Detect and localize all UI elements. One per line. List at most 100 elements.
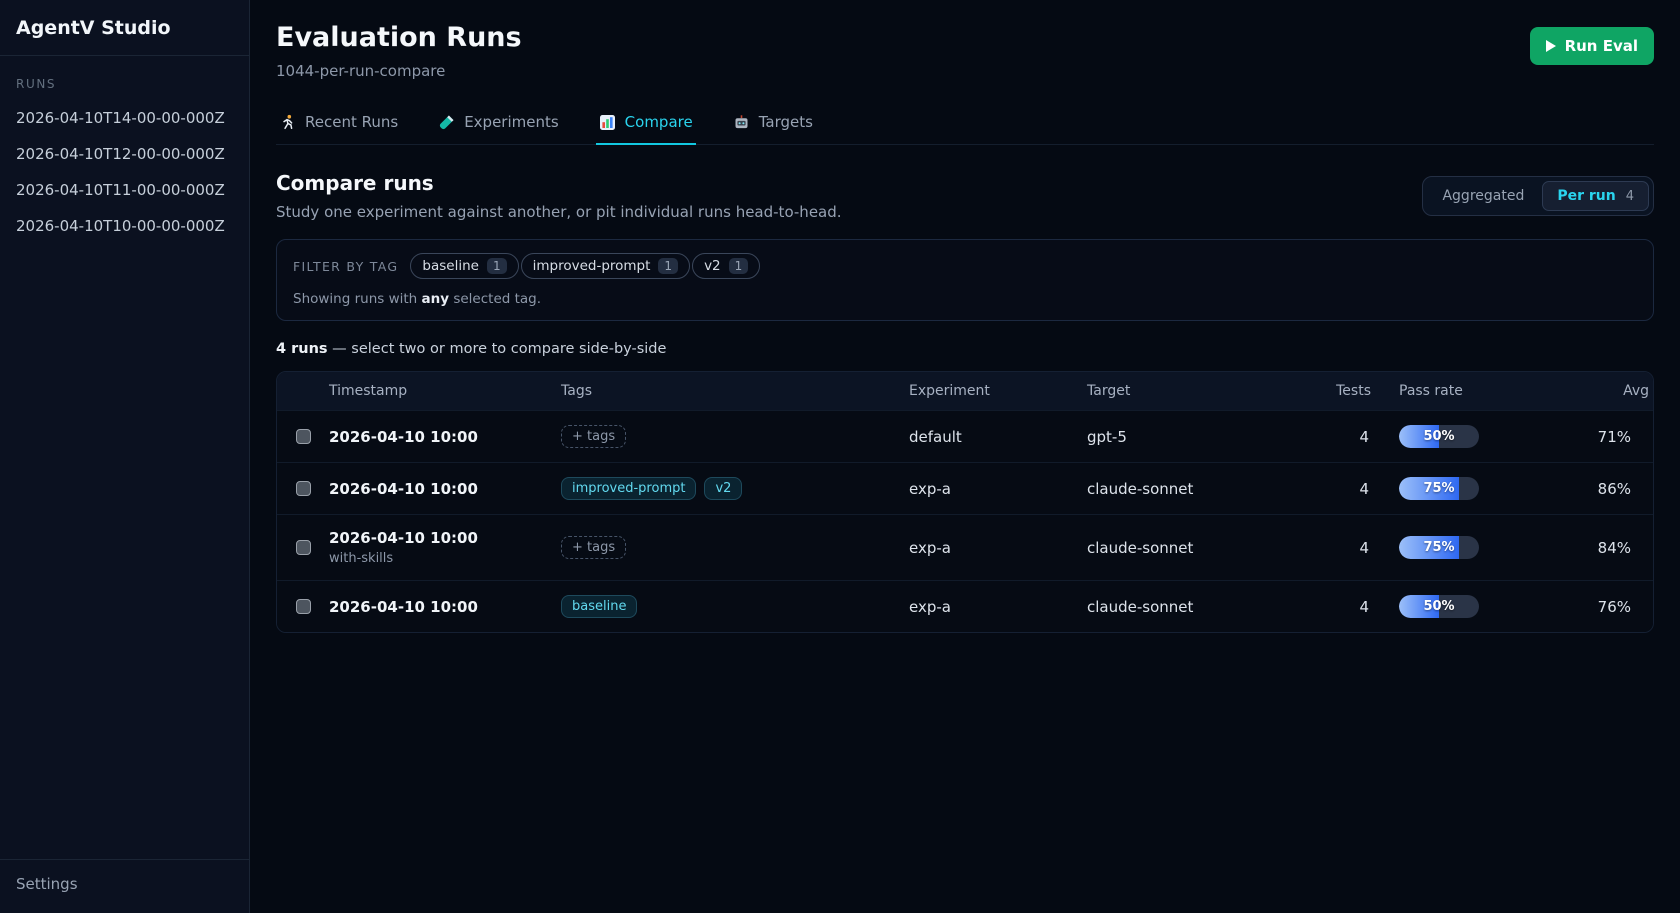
column-header-tags: Tags bbox=[561, 383, 909, 399]
sidebar-run-item[interactable]: 2026-04-10T10-00-00-000Z bbox=[0, 209, 249, 243]
table-row[interactable]: 2026-04-10 10:00baselineexp-aclaude-sonn… bbox=[277, 580, 1653, 632]
page-title-block: Evaluation Runs 1044-per-run-compare bbox=[276, 22, 522, 80]
sidebar: AgentV Studio RUNS 2026-04-10T14-00-00-0… bbox=[0, 0, 250, 913]
tab-label: Targets bbox=[759, 113, 813, 131]
experiment-cell: exp-a bbox=[909, 598, 1087, 616]
filter-note-mode: any bbox=[422, 291, 450, 307]
compare-header: Compare runs Study one experiment agains… bbox=[276, 171, 1654, 221]
column-header-timestamp: Timestamp bbox=[329, 383, 561, 399]
view-toggle-count: 4 bbox=[1626, 189, 1634, 204]
tab-recent-runs[interactable]: Recent Runs bbox=[276, 104, 401, 145]
column-header-tests: Tests bbox=[1315, 383, 1375, 399]
compare-heading-block: Compare runs Study one experiment agains… bbox=[276, 171, 842, 221]
run-list: 2026-04-10T14-00-00-000Z2026-04-10T12-00… bbox=[0, 99, 249, 245]
pass-rate-cell: 50% bbox=[1375, 595, 1543, 618]
robot-icon bbox=[733, 114, 750, 131]
run-count-hint: — select two or more to compare side-by-… bbox=[328, 341, 667, 357]
test-tube-icon bbox=[438, 114, 455, 131]
filter-tag-improved-prompt[interactable]: improved-prompt1 bbox=[521, 253, 690, 279]
sidebar-run-item[interactable]: 2026-04-10T14-00-00-000Z bbox=[0, 101, 249, 135]
tab-bar: Recent Runs Experiments Compare Targets bbox=[276, 104, 1654, 145]
tag-chip-improved-prompt[interactable]: improved-prompt bbox=[561, 477, 696, 500]
runs-table: TimestampTagsExperimentTargetTestsPass r… bbox=[276, 371, 1654, 633]
target-cell: gpt-5 bbox=[1087, 428, 1315, 446]
sidebar-run-item[interactable]: 2026-04-10T12-00-00-000Z bbox=[0, 137, 249, 171]
pass-rate-label: 75% bbox=[1399, 536, 1479, 559]
tab-targets[interactable]: Targets bbox=[730, 104, 816, 145]
tests-cell: 4 bbox=[1315, 480, 1375, 498]
tags-cell: + tags bbox=[561, 536, 909, 559]
runner-icon bbox=[279, 114, 296, 131]
run-timestamp: 2026-04-10 10:00 bbox=[329, 428, 561, 446]
tab-label: Compare bbox=[625, 113, 693, 131]
tags-cell: + tags bbox=[561, 425, 909, 448]
view-toggle-per-run[interactable]: Per run4 bbox=[1542, 181, 1649, 211]
pass-rate-pill: 75% bbox=[1399, 536, 1479, 559]
table-header-row: TimestampTagsExperimentTargetTestsPass r… bbox=[277, 372, 1653, 410]
target-cell: claude-sonnet bbox=[1087, 539, 1315, 557]
filter-note-prefix: Showing runs with bbox=[293, 291, 422, 307]
filter-tag-baseline[interactable]: baseline1 bbox=[410, 253, 518, 279]
checkbox-cell bbox=[277, 429, 329, 444]
tab-compare[interactable]: Compare bbox=[596, 104, 696, 145]
run-timestamp: 2026-04-10 10:00 bbox=[329, 598, 561, 616]
row-checkbox[interactable] bbox=[296, 481, 311, 496]
add-tags-button[interactable]: + tags bbox=[561, 536, 626, 559]
run-count: 4 runs bbox=[276, 341, 328, 357]
run-timestamp: 2026-04-10 10:00 bbox=[329, 529, 561, 547]
filter-tag-count: 1 bbox=[729, 258, 749, 274]
page-subtitle: 1044-per-run-compare bbox=[276, 62, 522, 80]
pass-rate-label: 50% bbox=[1399, 425, 1479, 448]
avg-cell: 84% bbox=[1543, 539, 1653, 557]
run-count-summary: 4 runs — select two or more to compare s… bbox=[276, 341, 1654, 357]
filter-note-suffix: selected tag. bbox=[449, 291, 541, 307]
pass-rate-cell: 75% bbox=[1375, 536, 1543, 559]
tag-chip-baseline[interactable]: baseline bbox=[561, 595, 637, 618]
tab-label: Recent Runs bbox=[305, 113, 398, 131]
target-cell: claude-sonnet bbox=[1087, 480, 1315, 498]
timestamp-cell: 2026-04-10 10:00with-skills bbox=[329, 529, 561, 566]
column-header-pass-rate: Pass rate bbox=[1375, 383, 1543, 399]
experiment-cell: exp-a bbox=[909, 539, 1087, 557]
timestamp-cell: 2026-04-10 10:00 bbox=[329, 480, 561, 498]
filter-note: Showing runs with any selected tag. bbox=[293, 291, 1637, 307]
row-checkbox[interactable] bbox=[296, 599, 311, 614]
run-eval-button[interactable]: Run Eval bbox=[1530, 27, 1654, 65]
table-row[interactable]: 2026-04-10 10:00+ tagsdefaultgpt-5450%71… bbox=[277, 410, 1653, 462]
run-timestamp: 2026-04-10 10:00 bbox=[329, 480, 561, 498]
table-row[interactable]: 2026-04-10 10:00improved-prompt v2 exp-acl… bbox=[277, 462, 1653, 514]
add-tags-button[interactable]: + tags bbox=[561, 425, 626, 448]
pass-rate-pill: 50% bbox=[1399, 425, 1479, 448]
tab-experiments[interactable]: Experiments bbox=[435, 104, 561, 145]
run-eval-label: Run Eval bbox=[1565, 37, 1638, 55]
checkbox-cell bbox=[277, 599, 329, 614]
timestamp-cell: 2026-04-10 10:00 bbox=[329, 428, 561, 446]
table-body: 2026-04-10 10:00+ tagsdefaultgpt-5450%71… bbox=[277, 410, 1653, 632]
compare-heading: Compare runs bbox=[276, 171, 842, 195]
row-checkbox[interactable] bbox=[296, 429, 311, 444]
avg-cell: 86% bbox=[1543, 480, 1653, 498]
checkbox-cell bbox=[277, 540, 329, 555]
view-toggle-aggregated[interactable]: Aggregated bbox=[1427, 181, 1539, 211]
tests-cell: 4 bbox=[1315, 428, 1375, 446]
checkbox-cell bbox=[277, 481, 329, 496]
pass-rate-pill: 50% bbox=[1399, 595, 1479, 618]
avg-cell: 76% bbox=[1543, 598, 1653, 616]
experiment-cell: exp-a bbox=[909, 480, 1087, 498]
sidebar-run-item[interactable]: 2026-04-10T11-00-00-000Z bbox=[0, 173, 249, 207]
runs-section-label: RUNS bbox=[0, 56, 249, 99]
settings-link[interactable]: Settings bbox=[16, 875, 78, 893]
tests-cell: 4 bbox=[1315, 539, 1375, 557]
column-header-avg: Avg bbox=[1543, 383, 1653, 399]
pass-rate-label: 75% bbox=[1399, 477, 1479, 500]
pass-rate-cell: 50% bbox=[1375, 425, 1543, 448]
tags-cell: improved-prompt v2 bbox=[561, 477, 909, 500]
timestamp-cell: 2026-04-10 10:00 bbox=[329, 598, 561, 616]
row-checkbox[interactable] bbox=[296, 540, 311, 555]
tab-label: Experiments bbox=[464, 113, 558, 131]
filter-tag-v2[interactable]: v21 bbox=[692, 253, 760, 279]
table-row[interactable]: 2026-04-10 10:00with-skills+ tags exp-acl… bbox=[277, 514, 1653, 580]
pass-rate-pill: 75% bbox=[1399, 477, 1479, 500]
tag-chip-v2[interactable]: v2 bbox=[704, 477, 742, 500]
avg-cell: 71% bbox=[1543, 428, 1653, 446]
